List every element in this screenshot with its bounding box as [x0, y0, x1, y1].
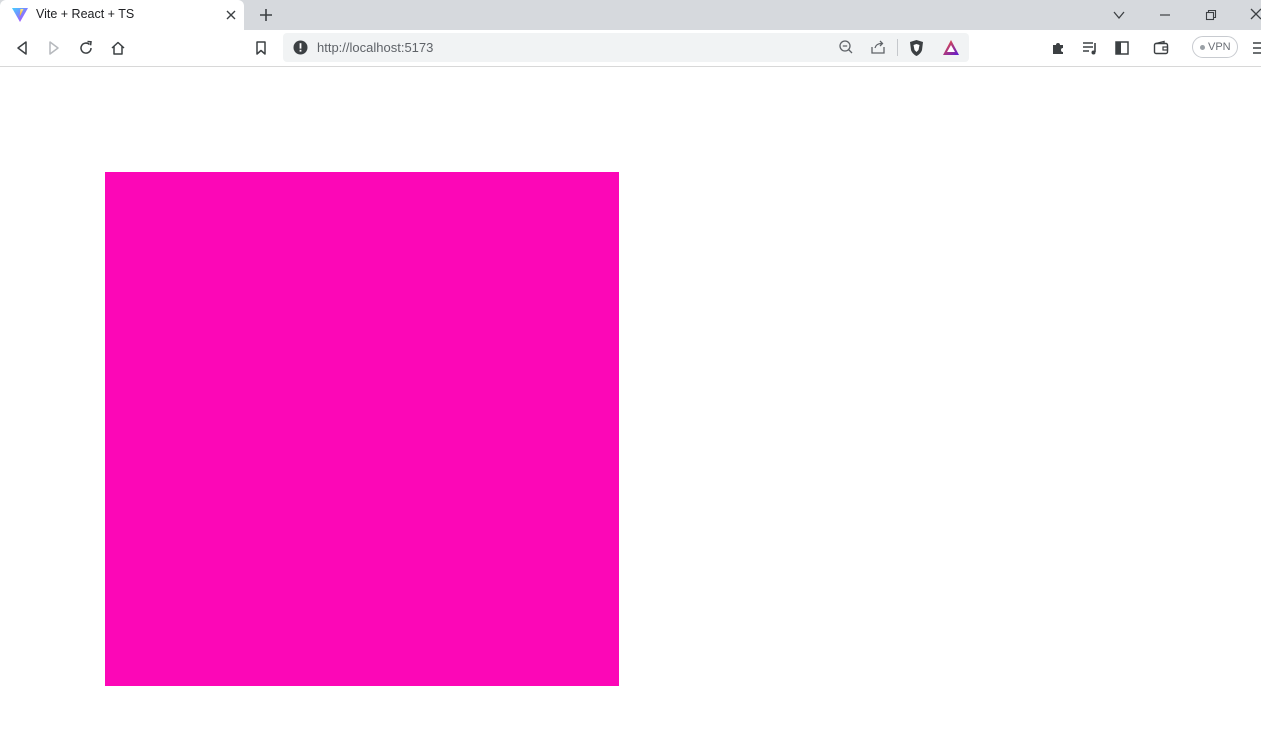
puzzle-icon[interactable]: [1050, 40, 1066, 56]
navigation-toolbar: http://localhost:5173 VPN: [0, 30, 1261, 67]
browser-window: Vite + React + TS http://localhost:5173 …: [0, 0, 1261, 748]
zoom-out-icon[interactable]: [838, 39, 854, 55]
bookmark-icon[interactable]: [253, 40, 269, 56]
home-icon[interactable]: [110, 40, 126, 56]
share-icon[interactable]: [870, 39, 886, 55]
tab-title: Vite + React + TS: [36, 7, 135, 21]
window-close-icon[interactable]: [1249, 7, 1261, 21]
back-arrow-icon[interactable]: [14, 40, 30, 56]
playlist-icon[interactable]: [1082, 40, 1098, 56]
vpn-label: VPN: [1208, 41, 1231, 53]
vpn-status-dot: [1200, 45, 1205, 50]
minimize-icon[interactable]: [1158, 8, 1172, 22]
menu-icon[interactable]: [1251, 40, 1261, 56]
new-tab-icon[interactable]: [258, 7, 274, 23]
reload-icon[interactable]: [78, 40, 94, 56]
page-viewport: [0, 67, 1261, 748]
vpn-button[interactable]: VPN: [1192, 36, 1238, 58]
chevron-down-icon[interactable]: [1112, 8, 1126, 22]
pink-square: [105, 172, 619, 686]
brave-rewards-icon[interactable]: [942, 39, 960, 56]
wallet-icon[interactable]: [1153, 40, 1169, 56]
tab-active[interactable]: Vite + React + TS: [0, 0, 244, 30]
omnibox-separator: [897, 39, 898, 56]
url-text[interactable]: http://localhost:5173: [317, 40, 433, 55]
close-tab-icon[interactable]: [224, 8, 238, 22]
info-icon[interactable]: [293, 40, 308, 55]
address-bar[interactable]: http://localhost:5173: [283, 33, 969, 62]
tab-strip: Vite + React + TS: [0, 0, 1261, 30]
forward-arrow-icon[interactable]: [46, 40, 62, 56]
restore-icon[interactable]: [1204, 8, 1218, 22]
sidebar-icon[interactable]: [1114, 40, 1130, 56]
brave-shield-icon[interactable]: [908, 39, 925, 57]
vite-logo-icon: [12, 8, 28, 22]
